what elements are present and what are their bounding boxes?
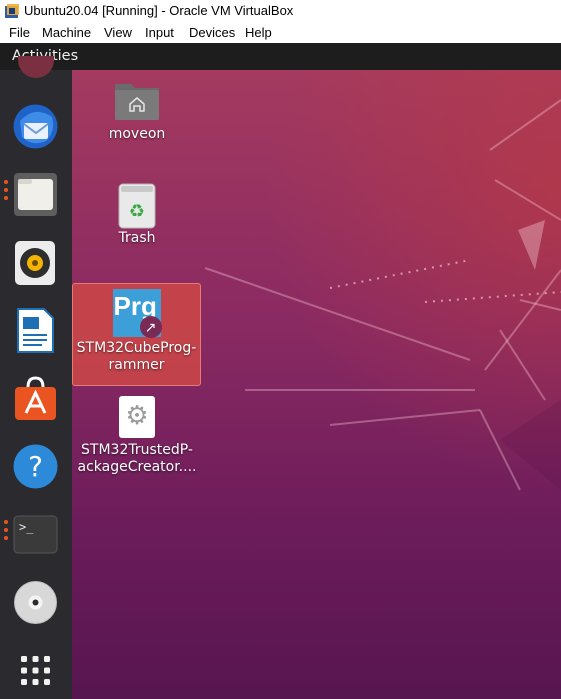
dock-terminal-icon[interactable]: >_ <box>12 511 59 558</box>
dock-rhythmbox-icon[interactable] <box>12 239 59 286</box>
running-indicator <box>4 196 8 200</box>
desktop-icon-label-line: rammer <box>108 356 165 373</box>
desktop-icon-label-line: ackageCreator.... <box>77 458 197 475</box>
dock-dvd-icon[interactable] <box>12 579 59 626</box>
running-indicator <box>4 188 8 192</box>
running-indicator <box>4 528 8 532</box>
menu-devices[interactable]: Devices <box>189 25 235 40</box>
terminal-icon: >_ <box>13 515 58 554</box>
dock-thunderbird-icon[interactable] <box>12 103 59 150</box>
dock-partial-item <box>18 56 54 78</box>
desktop-icon-label-line: STM32TrustedP- <box>81 442 193 458</box>
menu-view[interactable]: View <box>104 25 132 40</box>
desktop-icon-label: STM32TrustedP- ackageCreator.... <box>73 442 201 475</box>
gnome-top-bar: Activities <box>0 43 561 70</box>
settings-gear-icon: ⚙ <box>119 396 155 438</box>
desktop-icon-label: Trash <box>118 230 156 246</box>
home-folder-icon <box>115 84 159 120</box>
desktop-icon-label-line: STM32CubeProg- <box>76 340 197 356</box>
desktop[interactable]: moveon ♻ Trash Prg ↗ STM32CubeProg- ramm… <box>0 70 561 699</box>
desktop-icon-label: STM32CubeProg- rammer <box>73 340 200 373</box>
dvd-disc-icon <box>14 581 57 624</box>
desktop-icon-stm32cubeprogrammer[interactable]: Prg ↗ STM32CubeProg- rammer <box>72 283 201 386</box>
shortcut-arrow-icon: ↗ <box>139 316 162 338</box>
rhythmbox-speaker-icon <box>15 241 55 285</box>
menu-machine[interactable]: Machine <box>42 25 91 40</box>
files-folder-icon <box>14 173 57 216</box>
running-indicator <box>4 180 8 184</box>
trash-icon: ♻ <box>118 183 156 229</box>
svg-text:♻: ♻ <box>129 201 145 222</box>
menu-file[interactable]: File <box>9 25 30 40</box>
virtualbox-app-icon <box>5 4 19 18</box>
menu-input[interactable]: Input <box>145 25 174 40</box>
show-applications-button[interactable] <box>12 647 59 694</box>
ubuntu-dock: ? >_ <box>0 56 72 699</box>
dock-help-icon[interactable]: ? <box>12 443 59 490</box>
running-indicator <box>4 520 8 524</box>
virtualbox-titlebar: Ubuntu20.04 [Running] - Oracle VM Virtua… <box>0 0 561 22</box>
desktop-icon-moveon[interactable]: moveon <box>73 78 201 143</box>
svg-text:>_: >_ <box>19 520 34 534</box>
desktop-icon-stm32trustedpackagecreator[interactable]: ⚙ STM32TrustedP- ackageCreator.... <box>73 396 201 475</box>
running-indicator <box>4 536 8 540</box>
desktop-icon-label: moveon <box>108 126 166 142</box>
libreoffice-writer-icon <box>17 308 54 353</box>
menu-help[interactable]: Help <box>245 25 272 40</box>
dock-writer-icon[interactable] <box>12 307 59 354</box>
help-question-icon: ? <box>13 444 58 489</box>
ubuntu-software-bag-icon <box>15 376 56 420</box>
desktop-icon-trash[interactable]: ♻ Trash <box>73 183 201 247</box>
dock-files-icon[interactable] <box>12 171 59 218</box>
stm32-programmer-icon: Prg ↗ <box>112 289 162 338</box>
dock-software-icon[interactable] <box>12 375 59 422</box>
virtualbox-menubar: File Machine View Input Devices Help <box>0 22 561 43</box>
app-grid-icon <box>21 656 50 685</box>
window-title: Ubuntu20.04 [Running] - Oracle VM Virtua… <box>24 3 294 18</box>
thunderbird-mail-icon <box>13 104 58 149</box>
svg-text:?: ? <box>28 450 43 483</box>
